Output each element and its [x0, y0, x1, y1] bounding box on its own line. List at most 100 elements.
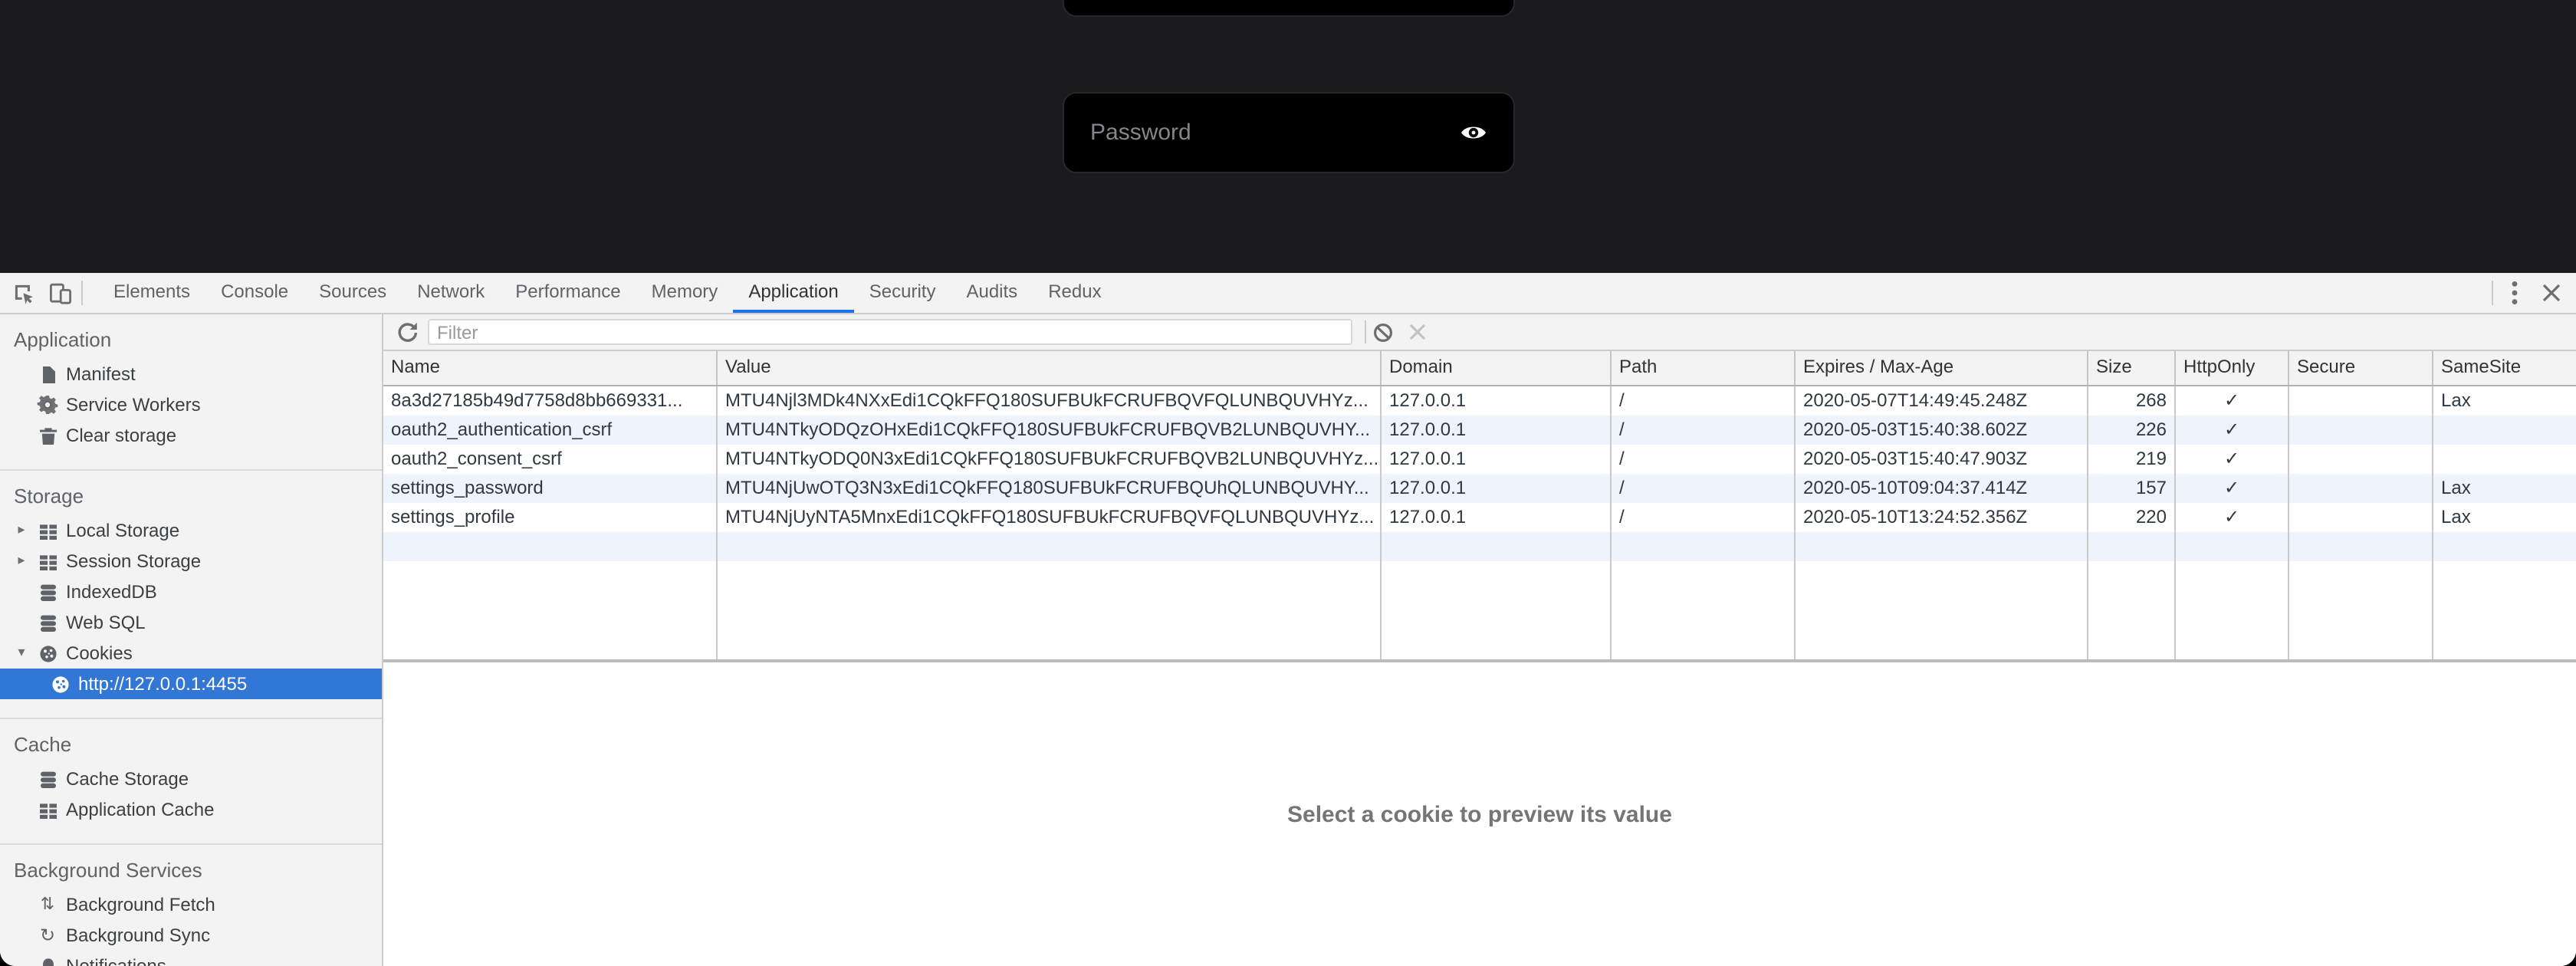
delete-selected-icon[interactable]: [1400, 314, 1434, 350]
cell-expires: 2020-05-10T13:24:52.356Z: [1796, 503, 2088, 532]
tab-console[interactable]: Console: [205, 273, 304, 313]
tab-performance[interactable]: Performance: [500, 273, 636, 313]
cell-path: /: [1612, 386, 1796, 416]
tab-audits[interactable]: Audits: [951, 273, 1033, 313]
refresh-icon[interactable]: [389, 314, 423, 350]
cell-httponly: ✓: [2176, 386, 2289, 416]
cell-httponly: ✓: [2176, 474, 2289, 503]
sidebar-item-label: Local Storage: [66, 515, 179, 546]
sidebar-item-cache-storage[interactable]: Cache Storage: [0, 764, 382, 794]
sidebar-item-label: Cookies: [66, 638, 133, 669]
empty-cell: [1796, 561, 2088, 659]
tab-label: Sources: [319, 281, 386, 302]
cell-value: MTU4NTkyODQ0N3xEdi1CQkFFQ180SUFBUkFCRUFB…: [718, 445, 1382, 474]
more-options-icon[interactable]: [2496, 273, 2533, 313]
tab-label: Audits: [966, 281, 1017, 302]
cell-path: /: [1612, 474, 1796, 503]
sidebar-item-label: Clear storage: [66, 420, 176, 451]
cookie-row-oauth2-consent-csrf[interactable]: oauth2_consent_csrfMTU4NTkyODQ0N3xEdi1CQ…: [383, 445, 2576, 474]
tab-security[interactable]: Security: [854, 273, 951, 313]
sidebar-item-notifications[interactable]: Notifications: [0, 951, 382, 966]
cell-samesite: Lax: [2433, 503, 2576, 532]
cell-name: settings_password: [383, 474, 718, 503]
column-header-samesite[interactable]: SameSite: [2433, 351, 2576, 385]
table-icon: [37, 550, 58, 572]
sidebar-item-cookies[interactable]: ▾ Cookies: [0, 638, 382, 669]
cell-samesite: [2433, 445, 2576, 474]
sidebar-item-background-sync[interactable]: ↻Background Sync: [0, 920, 382, 951]
cookie-row-settings-password[interactable]: settings_passwordMTU4NjUwOTQ3N3xEdi1CQkF…: [383, 474, 2576, 503]
obscured-text-field[interactable]: [1063, 0, 1515, 17]
cell-name: oauth2_authentication_csrf: [383, 416, 718, 445]
sidebar-sections: ApplicationManifestService WorkersClear …: [0, 314, 382, 966]
cell-path: /: [1612, 503, 1796, 532]
cell-value: MTU4NTkyODQzOHxEdi1CQkFFQ180SUFBUkFCRUFB…: [718, 416, 1382, 445]
sidebar-item-web-sql[interactable]: Web SQL: [0, 607, 382, 638]
tab-network[interactable]: Network: [402, 273, 500, 313]
empty-cell: [2176, 561, 2289, 659]
expander-collapsed-icon[interactable]: ▸: [9, 546, 34, 577]
cell-samesite: Lax: [2433, 474, 2576, 503]
sidebar-item-background-fetch[interactable]: ⇅Background Fetch: [0, 889, 382, 920]
tab-sources[interactable]: Sources: [304, 273, 402, 313]
clear-all-icon[interactable]: [1366, 314, 1400, 350]
cookie-row-settings-profile[interactable]: settings_profileMTU4NjUyNTA5MnxEdi1CQkFF…: [383, 503, 2576, 532]
inspect-icon[interactable]: [5, 273, 41, 313]
column-header-secure[interactable]: Secure: [2289, 351, 2433, 385]
cell-domain: 127.0.0.1: [1382, 503, 1612, 532]
cookie-row-oauth2-authentication-csrf[interactable]: oauth2_authentication_csrfMTU4NTkyODQzOH…: [383, 416, 2576, 445]
close-devtools-icon[interactable]: [2533, 273, 2570, 313]
column-header-path[interactable]: Path: [1612, 351, 1796, 385]
column-header-value[interactable]: Value: [718, 351, 1382, 385]
sidebar-item-clear-storage[interactable]: Clear storage: [0, 420, 382, 451]
sidebar-section-title: Cache: [0, 727, 382, 764]
cookie-row-8a3d27185b49d7758d8bb669331[interactable]: 8a3d27185b49d7758d8bb669331...MTU4Njl3MD…: [383, 386, 2576, 416]
cell-domain: 127.0.0.1: [1382, 386, 1612, 416]
devtools-main: ApplicationManifestService WorkersClear …: [0, 314, 2576, 966]
preview-message: Select a cookie to preview its value: [1287, 801, 1672, 827]
cell-size: 268: [2088, 386, 2176, 416]
empty-cell: [1612, 561, 1796, 659]
cell-expires: 2020-05-10T09:04:37.414Z: [1796, 474, 2088, 503]
column-header-domain[interactable]: Domain: [1382, 351, 1612, 385]
cell-secure: [2289, 386, 2433, 416]
sidebar-section-application: ApplicationManifestService WorkersClear …: [0, 314, 382, 471]
sidebar-item-application-cache[interactable]: Application Cache: [0, 794, 382, 825]
device-toolbar-icon[interactable]: [41, 273, 78, 313]
devtools-tabbar: ElementsConsole Sources NetworkPerformance…: [0, 273, 2576, 314]
empty-cell: [383, 561, 718, 659]
column-header-httponly[interactable]: HttpOnly: [2176, 351, 2289, 385]
sidebar-item-label: Background Fetch: [66, 889, 215, 920]
sidebar-section-title: Background Services: [0, 853, 382, 889]
empty-cell: [2433, 532, 2576, 561]
sidebar-item-service-workers[interactable]: Service Workers: [0, 389, 382, 420]
sidebar-item-local-storage[interactable]: ▸ Local Storage: [0, 515, 382, 546]
filter-input[interactable]: [428, 319, 1352, 345]
expander-collapsed-icon[interactable]: ▸: [9, 515, 34, 546]
cell-size: 220: [2088, 503, 2176, 532]
sidebar-item-session-storage[interactable]: ▸Session Storage: [0, 546, 382, 577]
cell-value: MTU4NjUwOTQ3N3xEdi1CQkFFQ180SUFBUkFCRUFB…: [718, 474, 1382, 503]
tab-redux[interactable]: Redux: [1033, 273, 1116, 313]
cell-secure: [2289, 416, 2433, 445]
column-header-name[interactable]: Name: [383, 351, 718, 385]
eye-icon[interactable]: [1460, 123, 1487, 143]
sidebar-item-manifest[interactable]: Manifest: [0, 359, 382, 389]
column-header-size[interactable]: Size: [2088, 351, 2176, 385]
sidebar-item-label: Cache Storage: [66, 764, 189, 794]
cell-domain: 127.0.0.1: [1382, 416, 1612, 445]
empty-cell: [1796, 532, 2088, 561]
tab-application[interactable]: Application: [733, 273, 853, 313]
column-header-expires-max-age[interactable]: Expires / Max-Age: [1796, 351, 2088, 385]
cell-secure: [2289, 445, 2433, 474]
tab-memory[interactable]: Memory: [636, 273, 734, 313]
sidebar-item-indexeddb[interactable]: IndexedDB: [0, 577, 382, 607]
expander-expanded-icon[interactable]: ▾: [9, 638, 34, 669]
screenshot-root: Password ElementsConsole Sources NetworkPe…: [0, 0, 2576, 966]
sidebar-item-http-127-0-0-1-4455[interactable]: http://127.0.0.1:4455: [0, 669, 382, 699]
password-field[interactable]: Password: [1063, 92, 1515, 173]
empty-cell: [718, 532, 1382, 561]
tab-elements[interactable]: Elements: [98, 273, 205, 313]
cell-name: oauth2_consent_csrf: [383, 445, 718, 474]
sidebar-section-cache: CacheCache StorageApplication Cache: [0, 719, 382, 845]
